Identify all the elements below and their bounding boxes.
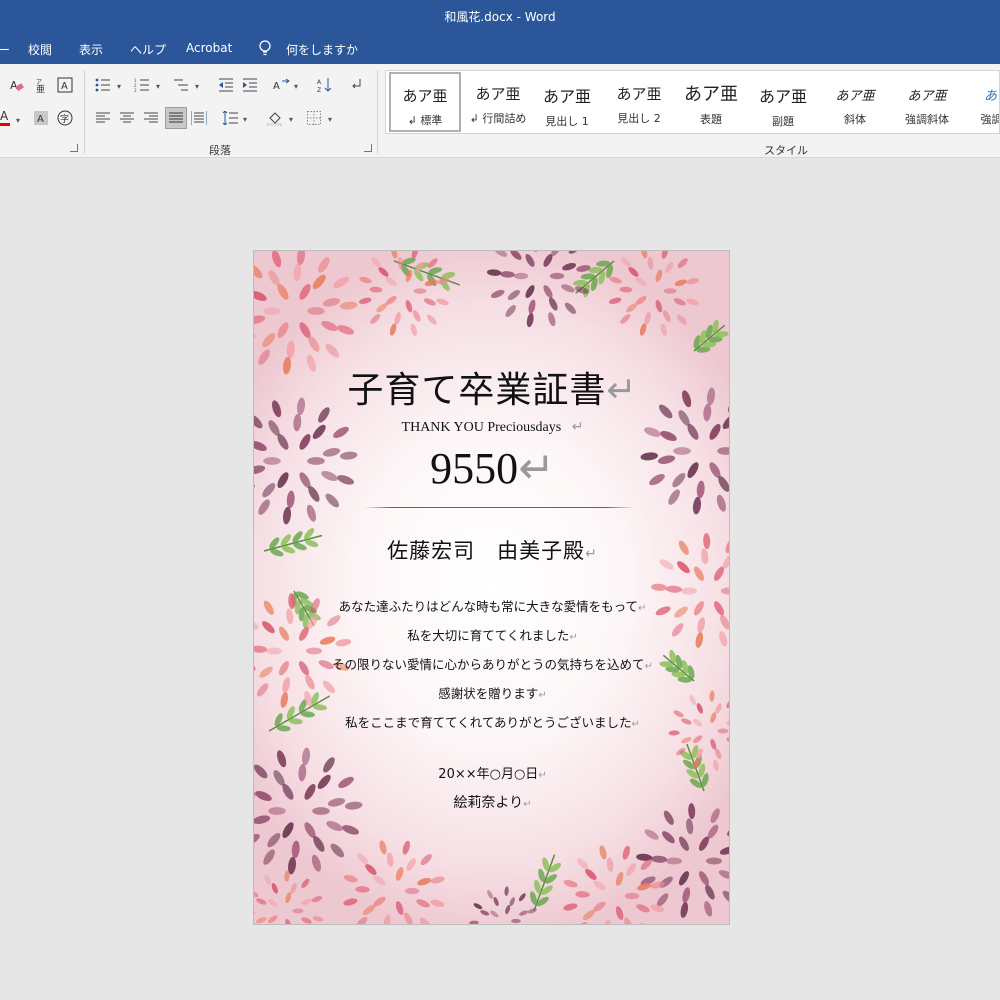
justify-icon[interactable] <box>165 107 187 129</box>
style-name: 表題 <box>700 113 722 126</box>
tab-help[interactable]: ヘルプ <box>130 41 166 58</box>
style-sample: あア亜 <box>758 87 807 106</box>
ribbon-tabs: ー 校閲 表示 ヘルプ Acrobat 何をしますか <box>0 32 1000 64</box>
svg-text:A: A <box>10 79 18 92</box>
style-name: 斜体 <box>844 113 866 126</box>
style-heading-1[interactable]: あア亜 見出し 1 <box>531 72 603 132</box>
svg-text:A: A <box>0 109 9 123</box>
align-center-icon[interactable] <box>118 109 136 127</box>
window-title: 和風花.docx - Word <box>444 10 556 24</box>
flower-shape <box>343 840 445 924</box>
title-bar: 和風花.docx - Word <box>0 0 1000 32</box>
text-direction-icon[interactable]: A <box>272 76 292 94</box>
line-spacing-icon[interactable] <box>221 109 239 127</box>
styles-group-label: スタイル <box>764 144 808 157</box>
style-no-spacing[interactable]: あア亜 ↲ 行間詰め <box>462 72 534 132</box>
style-heading-2[interactable]: あア亜 見出し 2 <box>603 72 675 132</box>
style-sample: あア亜 <box>684 84 738 105</box>
body-line[interactable]: 私をここまで育ててくれてありがとうございました↵ <box>254 712 729 731</box>
group-separator <box>377 70 378 154</box>
style-sample: あア亜 <box>402 87 448 105</box>
style-sample: あア亜 <box>475 85 521 103</box>
date-line[interactable]: 20××年○月○日↵ <box>254 763 729 782</box>
flower-shape <box>486 251 591 328</box>
body-line[interactable]: 私を大切に育ててくれました↵ <box>254 625 729 644</box>
increase-indent-icon[interactable] <box>241 76 259 94</box>
style-sample: あア亜 <box>835 89 875 104</box>
signature-line[interactable]: 絵莉奈より↵ <box>254 792 729 812</box>
borders-icon[interactable] <box>305 109 323 127</box>
style-name: 強調斜体 <box>905 113 949 126</box>
style-name: ↲ 行間詰め <box>469 112 527 125</box>
recipient-names[interactable]: 佐藤宏司 由美子殿↵ <box>254 535 729 565</box>
align-left-icon[interactable] <box>94 109 112 127</box>
divider-line <box>364 507 634 508</box>
style-emphasis-italic[interactable]: あア亜 強調斜体 <box>891 72 963 132</box>
style-italic[interactable]: あア亜 斜体 <box>819 72 891 132</box>
svg-text:字: 字 <box>60 113 69 125</box>
sort-icon[interactable]: AZ <box>316 76 334 94</box>
tab-acrobat[interactable]: Acrobat <box>186 41 232 55</box>
flower-shape <box>469 886 537 924</box>
paragraph-group-label: 段落 <box>209 144 231 157</box>
tab-view[interactable]: 表示 <box>79 41 103 58</box>
ribbon: A ア亜 A A ▾ A 字 ▾ 123 ▾ ▾ A ▾ AZ ▾ ▾ ▾ 段落… <box>0 64 1000 158</box>
thank-you-line[interactable]: THANK YOU Preciousdays ↵ <box>254 419 729 436</box>
font-color-icon[interactable]: A <box>0 108 14 128</box>
character-border-icon[interactable]: A <box>56 76 74 94</box>
shading-icon[interactable] <box>266 109 284 127</box>
tell-me-search[interactable]: 何をしますか <box>286 41 358 58</box>
style-name: 強調斜 <box>980 113 1000 126</box>
svg-text:A: A <box>37 114 44 125</box>
phonetic-guide-icon[interactable]: ア亜 <box>32 76 50 94</box>
style-sample: あア亜 <box>616 85 662 103</box>
body-line[interactable]: その限りない愛情に心からありがとうの気持ちを込めて↵ <box>254 654 729 673</box>
lightbulb-icon[interactable] <box>258 40 272 57</box>
floral-border-illustration <box>254 251 729 924</box>
certificate-number[interactable]: 9550↵ <box>254 443 729 494</box>
group-separator <box>84 70 85 154</box>
flower-shape <box>608 251 700 337</box>
style-name: 見出し 1 <box>545 115 589 128</box>
styles-gallery: あア亜 ↲ 標準 あア亜 ↲ 行間詰め あア亜 見出し 1 あア亜 見出し 2 … <box>385 70 1000 134</box>
document-page[interactable]: 子育て卒業証書↵ THANK YOU Preciousdays ↵ 9550↵ … <box>253 250 730 925</box>
svg-text:Z: Z <box>317 87 321 93</box>
document-title[interactable]: 子育て卒業証書↵ <box>254 361 729 413</box>
enclose-characters-icon[interactable]: 字 <box>56 109 74 127</box>
svg-text:A: A <box>317 79 322 86</box>
svg-text:亜: 亜 <box>36 84 45 93</box>
style-title[interactable]: あア亜 表題 <box>675 72 747 132</box>
flower-shape <box>254 251 358 375</box>
leaf-shape <box>529 854 562 912</box>
svg-text:A: A <box>61 81 68 92</box>
style-subtitle[interactable]: あア亜 副題 <box>747 72 819 132</box>
align-right-icon[interactable] <box>142 109 160 127</box>
style-sample: あア亜 <box>542 87 591 106</box>
tab-review[interactable]: 校閲 <box>28 41 52 58</box>
clear-formatting-icon[interactable]: A <box>8 76 26 94</box>
style-name: ↲ 標準 <box>407 114 443 127</box>
style-sample: あア亜 <box>907 89 947 104</box>
style-name: 副題 <box>772 115 794 128</box>
svg-text:3: 3 <box>134 88 137 92</box>
body-line[interactable]: 感謝状を贈ります↵ <box>254 683 729 702</box>
flower-shape <box>254 870 324 924</box>
body-line[interactable]: あなた達ふたりはどんな時も常に大きな愛情をもって↵ <box>254 596 729 615</box>
svg-text:A: A <box>273 81 280 92</box>
paragraph-dialog-launcher-icon[interactable] <box>364 144 372 152</box>
font-dialog-launcher-icon[interactable] <box>70 144 78 152</box>
character-shading-icon[interactable]: A <box>32 109 50 127</box>
style-sample: あア <box>983 89 999 104</box>
style-standard[interactable]: あア亜 ↲ 標準 <box>389 72 461 132</box>
bullets-icon[interactable] <box>94 76 112 94</box>
decrease-indent-icon[interactable] <box>217 76 235 94</box>
style-name: 見出し 2 <box>617 112 661 125</box>
distributed-icon[interactable] <box>190 109 208 127</box>
show-paragraph-marks-icon[interactable] <box>348 76 366 94</box>
style-emphasis-italic-2[interactable]: あア 強調斜 <box>961 72 1000 132</box>
multilevel-list-icon[interactable] <box>172 76 190 94</box>
tab-cutoff[interactable]: ー <box>0 41 10 58</box>
numbering-icon[interactable]: 123 <box>133 76 151 94</box>
leaf-shape <box>693 319 729 353</box>
